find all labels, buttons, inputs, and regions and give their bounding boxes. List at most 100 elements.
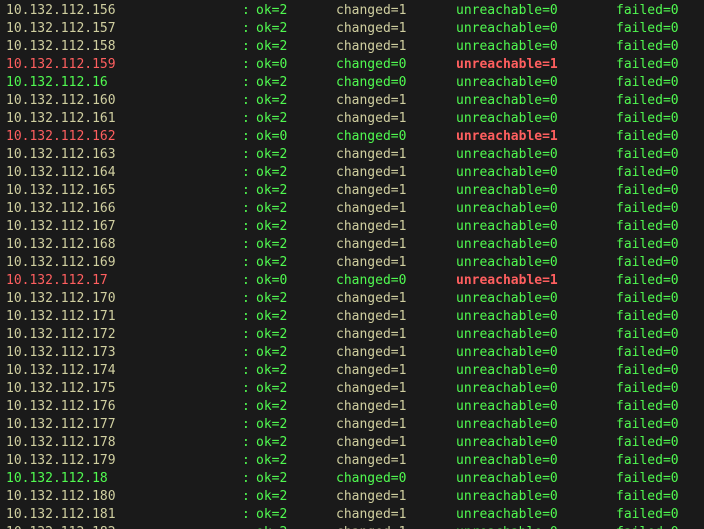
separator-colon: : [242, 254, 256, 272]
failed-count: failed=0 [616, 434, 696, 452]
changed-count: changed=1 [336, 506, 456, 524]
separator-colon: : [242, 218, 256, 236]
changed-count: changed=1 [336, 290, 456, 308]
failed-count: failed=0 [616, 290, 696, 308]
separator-colon: : [242, 164, 256, 182]
host-address: 10.132.112.159 [6, 56, 242, 74]
failed-count: failed=0 [616, 416, 696, 434]
failed-count: failed=0 [616, 2, 696, 20]
unreachable-count: unreachable=0 [456, 380, 616, 398]
recap-row: 10.132.112.158:ok=2changed=1unreachable=… [6, 38, 698, 56]
unreachable-count: unreachable=0 [456, 488, 616, 506]
unreachable-count: unreachable=1 [456, 272, 616, 290]
recap-row: 10.132.112.166:ok=2changed=1unreachable=… [6, 200, 698, 218]
unreachable-count: unreachable=0 [456, 20, 616, 38]
failed-count: failed=0 [616, 182, 696, 200]
host-address: 10.132.112.171 [6, 308, 242, 326]
separator-colon: : [242, 92, 256, 110]
changed-count: changed=1 [336, 200, 456, 218]
changed-count: changed=0 [336, 272, 456, 290]
failed-count: failed=0 [616, 74, 696, 92]
unreachable-count: unreachable=0 [456, 290, 616, 308]
separator-colon: : [242, 524, 256, 529]
ok-count: ok=2 [256, 254, 336, 272]
host-address: 10.132.112.17 [6, 272, 242, 290]
recap-row: 10.132.112.171:ok=2changed=1unreachable=… [6, 308, 698, 326]
failed-count: failed=0 [616, 308, 696, 326]
changed-count: changed=1 [336, 524, 456, 529]
failed-count: failed=0 [616, 218, 696, 236]
recap-row: 10.132.112.178:ok=2changed=1unreachable=… [6, 434, 698, 452]
host-address: 10.132.112.161 [6, 110, 242, 128]
ok-count: ok=2 [256, 200, 336, 218]
failed-count: failed=0 [616, 362, 696, 380]
changed-count: changed=1 [336, 2, 456, 20]
host-address: 10.132.112.16 [6, 74, 242, 92]
host-address: 10.132.112.179 [6, 452, 242, 470]
separator-colon: : [242, 398, 256, 416]
unreachable-count: unreachable=0 [456, 452, 616, 470]
host-address: 10.132.112.164 [6, 164, 242, 182]
unreachable-count: unreachable=0 [456, 110, 616, 128]
recap-row: 10.132.112.157:ok=2changed=1unreachable=… [6, 20, 698, 38]
unreachable-count: unreachable=0 [456, 74, 616, 92]
changed-count: changed=0 [336, 128, 456, 146]
recap-row: 10.132.112.18:ok=2changed=0unreachable=0… [6, 470, 698, 488]
ok-count: ok=2 [256, 182, 336, 200]
ok-count: ok=2 [256, 470, 336, 488]
ok-count: ok=0 [256, 128, 336, 146]
changed-count: changed=1 [336, 434, 456, 452]
separator-colon: : [242, 506, 256, 524]
host-address: 10.132.112.177 [6, 416, 242, 434]
unreachable-count: unreachable=0 [456, 236, 616, 254]
host-address: 10.132.112.169 [6, 254, 242, 272]
separator-colon: : [242, 326, 256, 344]
failed-count: failed=0 [616, 524, 696, 529]
host-address: 10.132.112.170 [6, 290, 242, 308]
host-address: 10.132.112.156 [6, 2, 242, 20]
ok-count: ok=2 [256, 236, 336, 254]
failed-count: failed=0 [616, 92, 696, 110]
unreachable-count: unreachable=0 [456, 434, 616, 452]
ok-count: ok=2 [256, 20, 336, 38]
failed-count: failed=0 [616, 272, 696, 290]
ansible-recap-terminal: 10.132.112.156:ok=2changed=1unreachable=… [0, 0, 704, 529]
host-address: 10.132.112.173 [6, 344, 242, 362]
changed-count: changed=1 [336, 20, 456, 38]
host-address: 10.132.112.167 [6, 218, 242, 236]
separator-colon: : [242, 110, 256, 128]
ok-count: ok=0 [256, 56, 336, 74]
failed-count: failed=0 [616, 470, 696, 488]
separator-colon: : [242, 380, 256, 398]
separator-colon: : [242, 344, 256, 362]
failed-count: failed=0 [616, 506, 696, 524]
failed-count: failed=0 [616, 254, 696, 272]
changed-count: changed=1 [336, 182, 456, 200]
ok-count: ok=2 [256, 344, 336, 362]
ok-count: ok=2 [256, 452, 336, 470]
ok-count: ok=2 [256, 506, 336, 524]
changed-count: changed=0 [336, 74, 456, 92]
unreachable-count: unreachable=0 [456, 254, 616, 272]
changed-count: changed=1 [336, 236, 456, 254]
recap-row: 10.132.112.168:ok=2changed=1unreachable=… [6, 236, 698, 254]
recap-row: 10.132.112.179:ok=2changed=1unreachable=… [6, 452, 698, 470]
ok-count: ok=2 [256, 326, 336, 344]
changed-count: changed=1 [336, 344, 456, 362]
ok-count: ok=2 [256, 488, 336, 506]
ok-count: ok=2 [256, 218, 336, 236]
changed-count: changed=1 [336, 218, 456, 236]
host-address: 10.132.112.178 [6, 434, 242, 452]
ok-count: ok=2 [256, 362, 336, 380]
host-address: 10.132.112.18 [6, 470, 242, 488]
recap-row: 10.132.112.17:ok=0changed=0unreachable=1… [6, 272, 698, 290]
recap-row: 10.132.112.164:ok=2changed=1unreachable=… [6, 164, 698, 182]
ok-count: ok=2 [256, 290, 336, 308]
failed-count: failed=0 [616, 380, 696, 398]
recap-row: 10.132.112.174:ok=2changed=1unreachable=… [6, 362, 698, 380]
unreachable-count: unreachable=0 [456, 470, 616, 488]
separator-colon: : [242, 74, 256, 92]
separator-colon: : [242, 452, 256, 470]
ok-count: ok=2 [256, 92, 336, 110]
host-address: 10.132.112.165 [6, 182, 242, 200]
